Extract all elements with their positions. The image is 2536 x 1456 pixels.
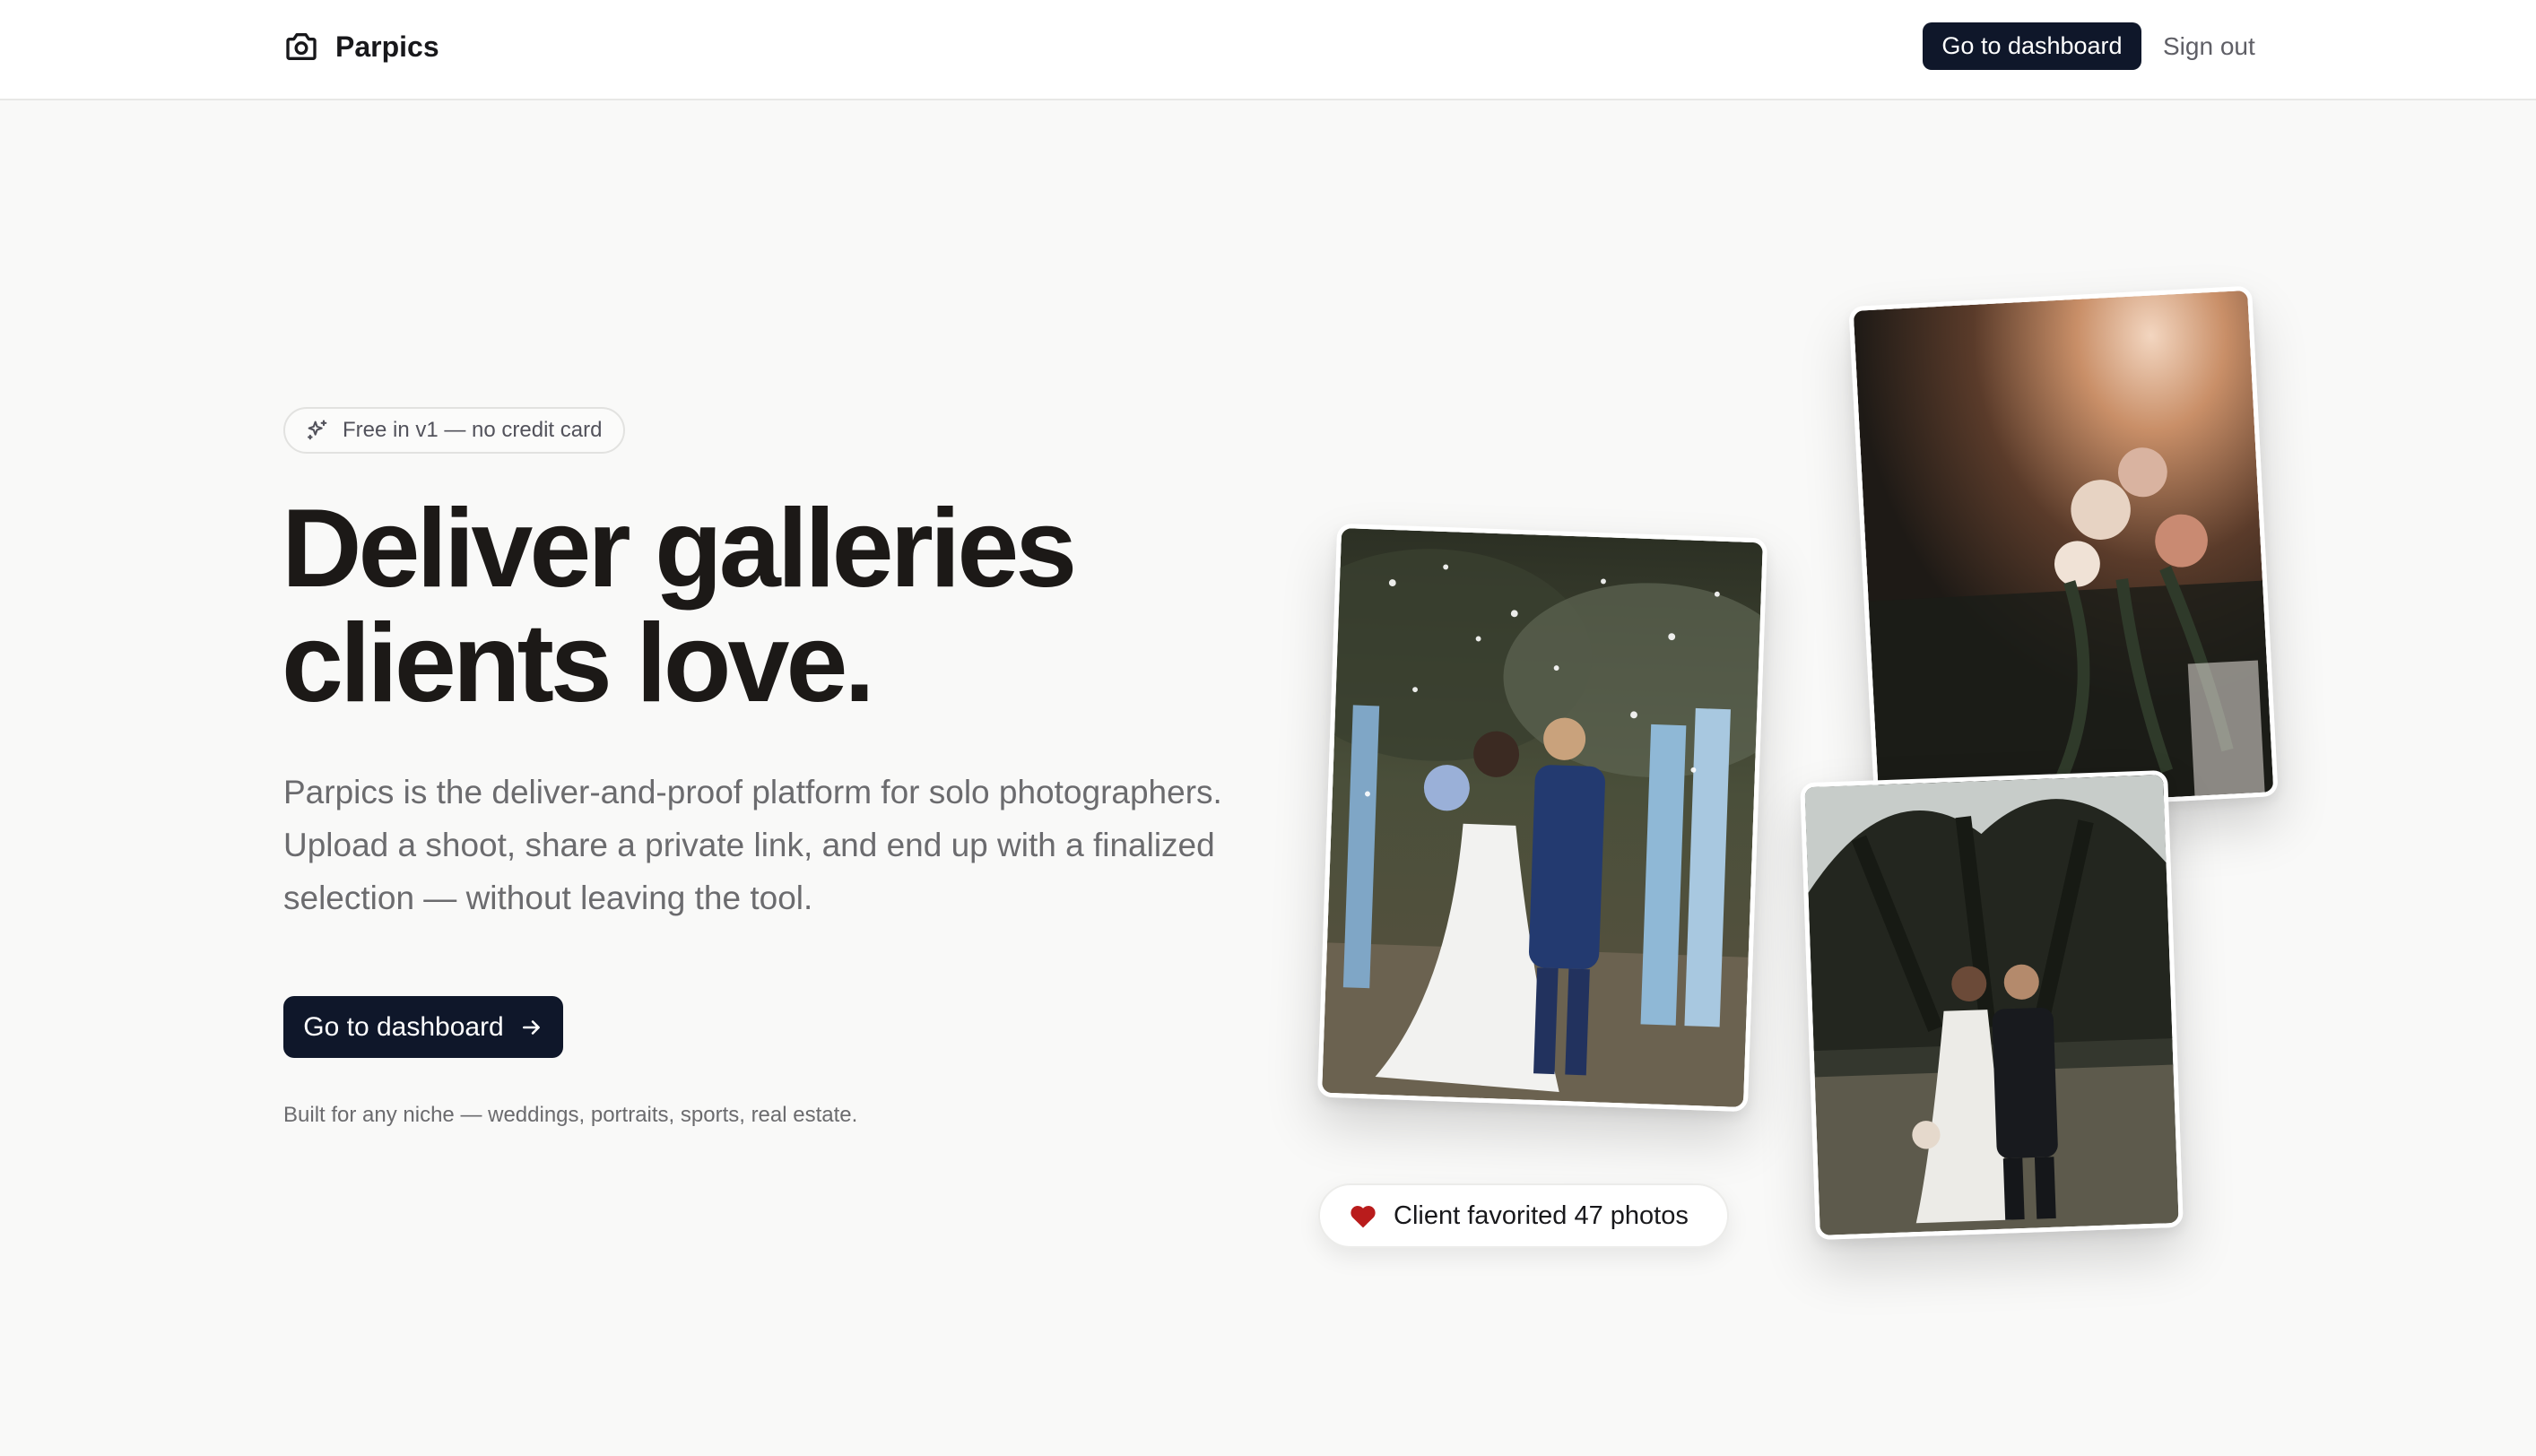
hero-subtitle: Parpics is the deliver-and-proof platfor…: [283, 774, 1222, 916]
hero-title-line-1: Deliver galleries: [282, 487, 1077, 611]
hero-title-line-2: clients love.: [282, 602, 875, 725]
favorite-toast-text: Client favorited 47 photos: [1394, 1200, 1689, 1230]
hero-title: Deliver galleries clients love.: [282, 491, 1268, 721]
favorite-toast: Client favorited 47 photos: [1318, 1183, 1729, 1248]
sparkles-icon: [308, 420, 327, 440]
free-badge-text: Free in v1 — no credit card: [343, 418, 603, 442]
bouquet-photo: [1848, 285, 2279, 818]
hero-dashboard-button[interactable]: Go to dashboard: [283, 996, 563, 1058]
couple-walking-photo: [1800, 770, 2184, 1240]
nav-dashboard-button[interactable]: Go to dashboard: [1923, 22, 2141, 70]
camera-icon: [286, 33, 317, 61]
niche-note: Built for any niche — weddings, portrait…: [283, 1103, 858, 1127]
brand-name: Parpics: [335, 30, 439, 63]
sign-out-link[interactable]: Sign out: [2163, 22, 2255, 70]
heart-icon: [1351, 1206, 1376, 1228]
brand-link[interactable]: Parpics: [283, 27, 439, 66]
wedding-kiss-photo: [1316, 523, 1768, 1113]
top-navbar: Parpics Go to dashboard Sign out: [0, 0, 2536, 100]
hero-dashboard-label: Go to dashboard: [303, 1011, 504, 1042]
arrow-right-icon: [522, 1019, 540, 1035]
free-badge: Free in v1 — no credit card: [283, 407, 626, 454]
